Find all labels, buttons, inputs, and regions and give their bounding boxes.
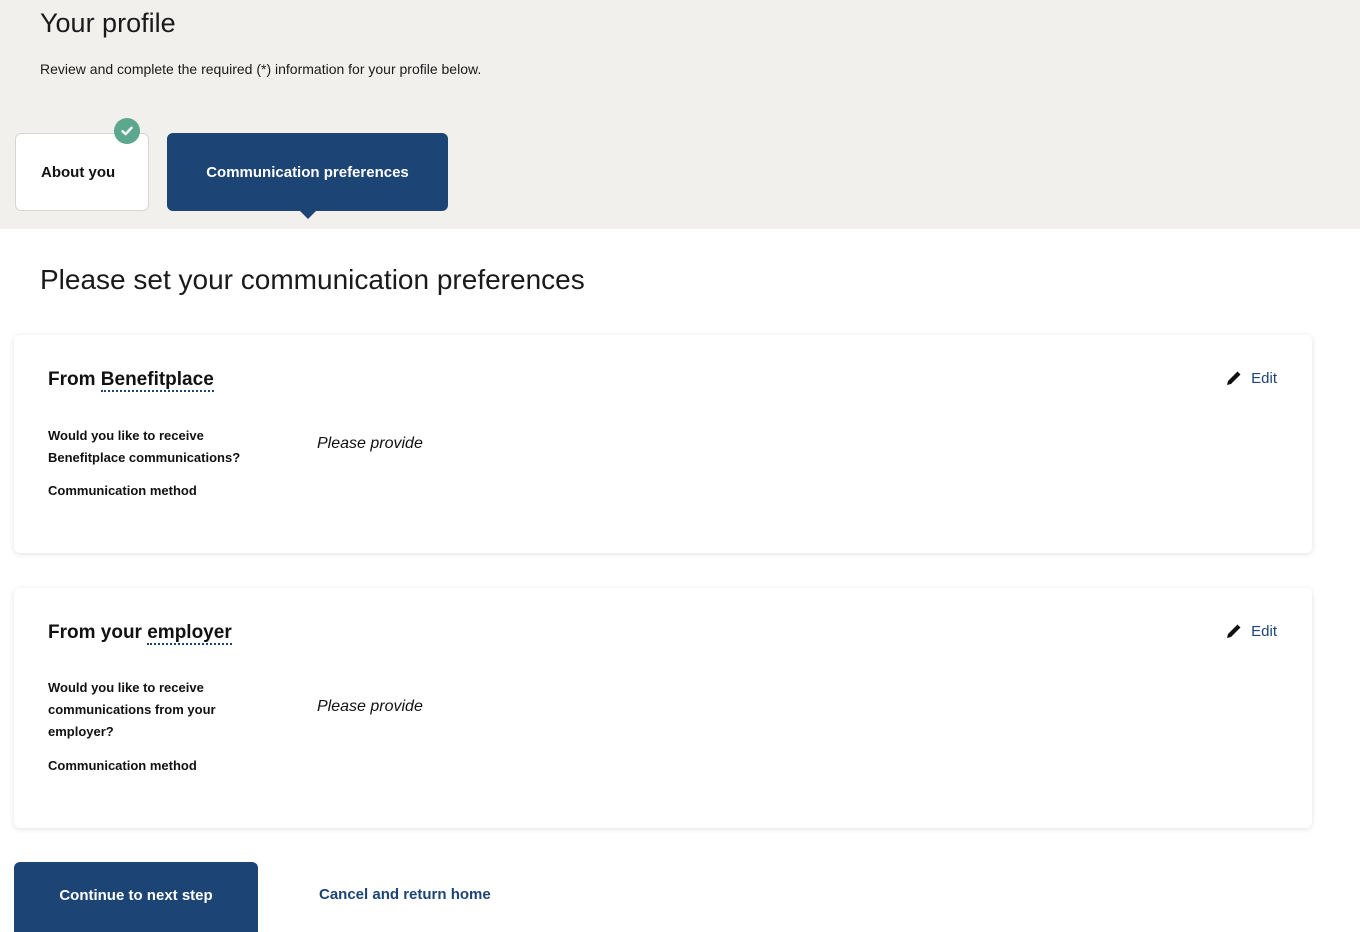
receive-communications-value: Please provide [317,435,423,452]
page-title: Your profile [40,8,176,38]
page-subtitle: Review and complete the required (*) inf… [40,61,482,77]
receive-communications-label: Would you like to receive communications… [48,680,216,739]
tab-about-you[interactable]: About you [15,133,149,211]
edit-label: Edit [1251,369,1277,387]
receive-communications-label: Would you like to receive Benefitplace c… [48,428,241,465]
communication-method-label: Communication method [48,758,197,773]
profile-header: Your profile Review and complete the req… [0,0,1360,229]
card-title-prefix: From your [48,622,142,643]
active-tab-pointer [300,211,316,219]
pencil-icon [1227,624,1241,638]
edit-button[interactable]: Edit [1225,369,1277,387]
edit-button[interactable]: Edit [1225,622,1277,640]
card-title: From Benefitplace [48,369,214,392]
continue-button[interactable]: Continue to next step [14,862,258,932]
communication-method-label: Communication method [48,483,197,498]
check-icon [114,118,140,144]
employer-preferences-card: From your employer Edit Would you like t… [14,588,1312,828]
benefitplace-preferences-card: From Benefitplace Edit Would you like to… [14,335,1312,553]
cancel-link[interactable]: Cancel and return home [319,886,491,903]
tab-communication-preferences[interactable]: Communication preferences [167,133,448,211]
benefitplace-term[interactable]: Benefitplace [100,369,214,392]
tab-label: Communication preferences [206,163,409,181]
tab-label: About you [41,163,116,181]
receive-communications-value: Please provide [317,698,423,715]
card-title-prefix: From [48,369,96,390]
section-heading: Please set your communication preference… [40,264,585,295]
pencil-icon [1227,371,1241,385]
employer-term[interactable]: employer [147,622,232,645]
edit-label: Edit [1251,622,1277,640]
card-title: From your employer [48,622,232,645]
